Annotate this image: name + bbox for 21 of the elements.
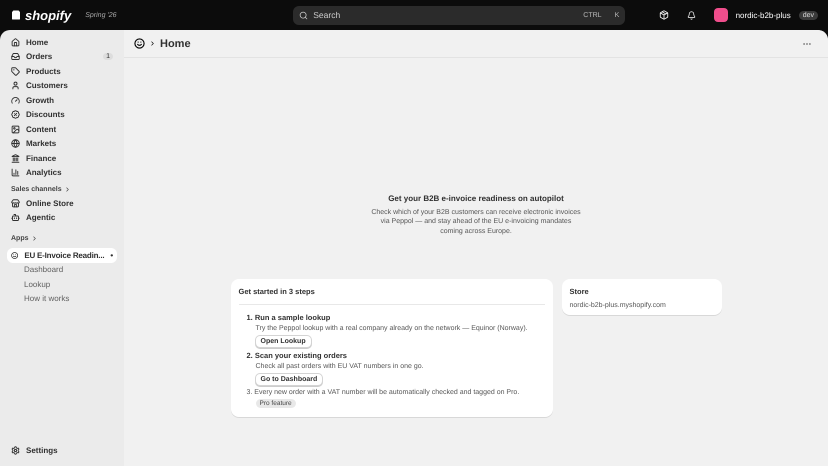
sidebar-item[interactable]: Online Store [7,196,117,210]
sidebar-subitem[interactable]: Lookup [7,277,117,292]
hero-title: Get your B2B e-invoice readiness on autopilot [388,194,564,203]
sidebar-subitem[interactable]: How it works [7,292,117,306]
sidebar-item[interactable]: Products [7,64,117,78]
sidebar-item[interactable]: Agentic [7,210,117,225]
pin-dot: • [110,250,113,260]
sidebar-item[interactable]: Finance [7,151,117,166]
sidebar-item[interactable]: EU E-Invoice Readin... • [7,248,117,262]
sidebar-item[interactable]: Customers [7,78,117,93]
sidebar-item[interactable]: Markets [7,136,117,151]
sidebar-subitem[interactable]: Dashboard [7,262,117,277]
page-title: Home [160,38,191,50]
sidebar-item[interactable]: Content [7,122,117,136]
sidebar-item[interactable]: Analytics [7,166,117,180]
sidebar-item[interactable]: Discounts [7,108,117,122]
settings-item[interactable]: Settings [7,444,117,458]
sidebar-item[interactable]: Growth [7,93,117,108]
logo: shopify [10,8,72,22]
store-name[interactable]: nordic-b2b-plus [736,10,791,20]
sidebar-item[interactable]: Home [7,35,117,50]
